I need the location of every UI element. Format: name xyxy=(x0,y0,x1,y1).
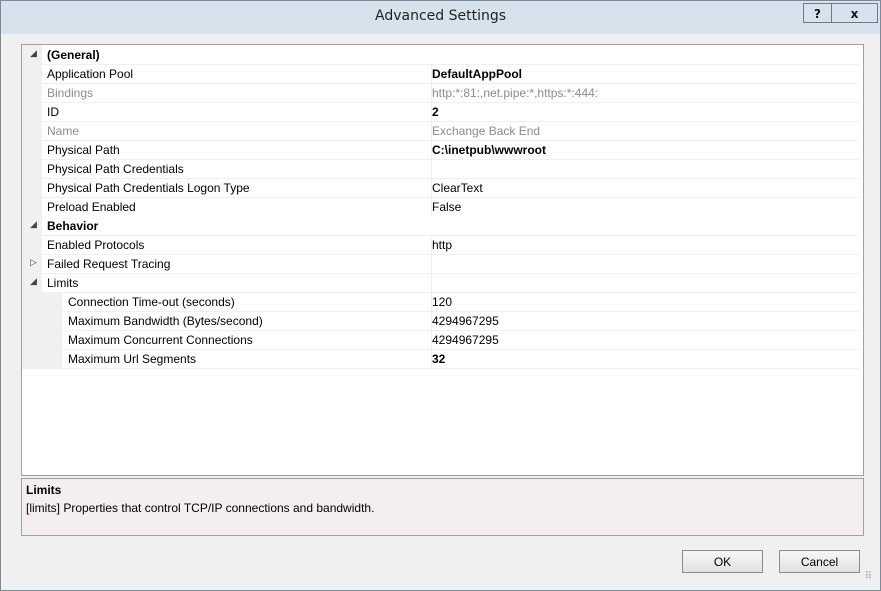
property-name: Connection Time-out (seconds) xyxy=(68,295,235,309)
dialog-body: ◢ (General) Application Pool DefaultAppPool… xyxy=(7,34,874,584)
property-row[interactable]: Physical Path Credentials xyxy=(22,159,860,179)
category-row[interactable]: ◢ (General) xyxy=(22,45,860,65)
property-name: Maximum Concurrent Connections xyxy=(68,333,253,347)
ok-button[interactable]: OK xyxy=(682,550,763,573)
row-gutter xyxy=(22,292,42,311)
property-name: Maximum Bandwidth (Bytes/second) xyxy=(68,314,263,328)
property-row[interactable]: Maximum Url Segments 32 xyxy=(22,349,860,369)
property-name: Preload Enabled xyxy=(47,200,136,214)
property-value[interactable]: http:*:81:,net.pipe:*,https:*:444: xyxy=(432,86,598,100)
property-row[interactable]: Connection Time-out (seconds) 120 xyxy=(22,292,860,312)
help-button[interactable]: ? xyxy=(803,3,832,23)
description-panel: Limits [limits] Properties that control … xyxy=(21,478,864,536)
triangle-collapsed-icon[interactable]: ▷ xyxy=(30,257,37,268)
property-name: Enabled Protocols xyxy=(47,238,145,252)
row-gutter xyxy=(22,83,42,102)
property-name: Name xyxy=(47,124,80,138)
triangle-expanded-icon[interactable]: ◢ xyxy=(30,276,37,287)
property-row[interactable]: Maximum Concurrent Connections 4294967295 xyxy=(22,330,860,350)
title-bar[interactable]: Advanced Settings ? x xyxy=(1,1,880,34)
property-name: ID xyxy=(47,105,59,119)
property-row[interactable]: Preload Enabled False xyxy=(22,197,860,217)
cancel-button[interactable]: Cancel xyxy=(779,550,860,573)
property-value[interactable]: 4294967295 xyxy=(432,333,499,347)
property-grid[interactable]: ◢ (General) Application Pool DefaultAppPool… xyxy=(21,44,864,476)
property-row[interactable]: Physical Path Credentials Logon Type Clea… xyxy=(22,178,860,198)
property-name: Physical Path xyxy=(47,143,120,157)
row-gutter xyxy=(22,64,42,83)
row-gutter xyxy=(22,102,42,121)
row-gutter xyxy=(22,140,42,159)
property-value[interactable]: Exchange Back End xyxy=(432,124,540,138)
property-value[interactable]: 120 xyxy=(432,295,452,309)
property-name: Physical Path Credentials Logon Type xyxy=(47,181,250,195)
advanced-settings-dialog: Advanced Settings ? x ◢ (General) Applicat… xyxy=(0,0,881,591)
category-row[interactable]: ◢ Behavior xyxy=(22,216,860,236)
property-value[interactable]: False xyxy=(432,200,461,214)
row-gutter xyxy=(22,178,42,197)
column-separator[interactable] xyxy=(431,159,432,178)
row-gutter xyxy=(22,311,42,330)
row-indent xyxy=(42,330,62,349)
property-value[interactable]: C:\inetpub\wwwroot xyxy=(432,143,546,157)
property-row[interactable]: Enabled Protocols http xyxy=(22,235,860,255)
property-row[interactable]: Bindings http:*:81:,net.pipe:*,https:*:44… xyxy=(22,83,860,103)
property-name: Behavior xyxy=(47,219,99,233)
row-gutter xyxy=(22,330,42,349)
property-row[interactable]: Maximum Bandwidth (Bytes/second) 42949672… xyxy=(22,311,860,331)
property-row[interactable]: ◢ Limits xyxy=(22,273,860,293)
triangle-expanded-icon[interactable]: ◢ xyxy=(30,219,37,230)
property-value[interactable]: 4294967295 xyxy=(432,314,499,328)
property-row[interactable]: Application Pool DefaultAppPool xyxy=(22,64,860,84)
property-row[interactable]: ▷ Failed Request Tracing xyxy=(22,254,860,274)
row-gutter xyxy=(22,121,42,140)
property-value[interactable]: 2 xyxy=(432,105,439,119)
row-gutter xyxy=(22,349,42,368)
row-gutter xyxy=(22,235,42,254)
property-name: Application Pool xyxy=(47,67,134,81)
row-indent xyxy=(42,292,62,311)
row-gutter xyxy=(22,197,42,216)
property-row[interactable]: Name Exchange Back End xyxy=(22,121,860,141)
property-name: Limits xyxy=(47,276,79,290)
close-button[interactable]: x xyxy=(831,3,878,23)
property-name: (General) xyxy=(47,48,100,62)
property-name: Failed Request Tracing xyxy=(47,257,171,271)
description-text: [limits] Properties that control TCP/IP … xyxy=(26,501,375,515)
property-value[interactable]: http xyxy=(432,238,452,252)
property-name: Physical Path Credentials xyxy=(47,162,184,176)
row-indent xyxy=(42,349,62,368)
property-value[interactable]: ClearText xyxy=(432,181,483,195)
column-separator[interactable] xyxy=(431,273,432,292)
property-row[interactable]: ID 2 xyxy=(22,102,860,122)
property-name: Maximum Url Segments xyxy=(68,352,197,366)
resize-grip-icon[interactable]: ⠿ xyxy=(865,571,872,582)
property-value[interactable]: 32 xyxy=(432,352,445,366)
property-row[interactable]: Physical Path C:\inetpub\wwwroot xyxy=(22,140,860,160)
triangle-expanded-icon[interactable]: ◢ xyxy=(30,48,37,59)
row-indent xyxy=(42,311,62,330)
column-separator[interactable] xyxy=(431,254,432,273)
window-title: Advanced Settings xyxy=(374,8,507,24)
property-value[interactable]: DefaultAppPool xyxy=(432,67,522,81)
row-gutter xyxy=(22,159,42,178)
property-name: Bindings xyxy=(47,86,94,100)
description-title: Limits xyxy=(26,483,62,497)
